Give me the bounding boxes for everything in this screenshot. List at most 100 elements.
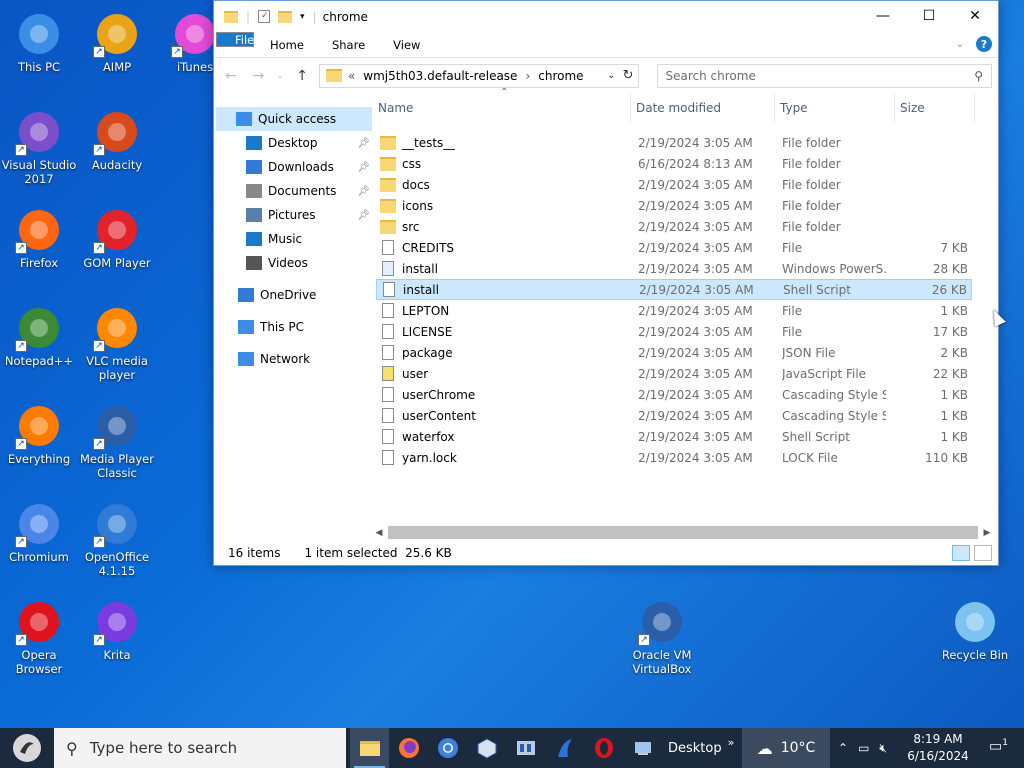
chevron-icon[interactable]: »	[728, 736, 735, 749]
desktop-icon-visual-studio-2017[interactable]: ↗ Visual Studio 2017	[0, 108, 78, 186]
pin-icon[interactable]: 📌︎	[357, 138, 370, 149]
forward-arrow-icon[interactable]: →	[248, 68, 270, 84]
file-row[interactable]: install 2/19/2024 3:05 AM Shell Script 26 K…	[376, 279, 972, 300]
scrollbar-thumb[interactable]	[388, 526, 978, 539]
file-row[interactable]: css 6/16/2024 8:13 AM File folder	[376, 153, 972, 174]
address-bar[interactable]: « wmj5th03.default-release › chrome ⌄ ↻	[318, 63, 639, 88]
file-row[interactable]: __tests__ 2/19/2024 3:05 AM File folder	[376, 132, 972, 153]
sidebar-item-downloads[interactable]: Downloads 📌︎	[214, 155, 374, 179]
new-folder-icon[interactable]	[278, 10, 293, 23]
desktop-icon-firefox[interactable]: ↗ Firefox	[0, 206, 78, 270]
weather-widget[interactable]: ☁ 10°C	[742, 728, 830, 768]
desktop-icon-openoffice-4-1-15[interactable]: ↗ OpenOffice 4.1.15	[78, 500, 156, 578]
desktop-icon-everything[interactable]: ↗ Everything	[0, 402, 78, 466]
file-row[interactable]: package 2/19/2024 3:05 AM JSON File 2 KB	[376, 342, 972, 363]
search-icon[interactable]: ⚲	[974, 69, 983, 83]
file-row[interactable]: LEPTON 2/19/2024 3:05 AM File 1 KB	[376, 300, 972, 321]
desktop-icon-notepad-[interactable]: ↗ Notepad++	[0, 304, 78, 368]
desktop-icon-aimp[interactable]: ↗ AIMP	[78, 10, 156, 74]
column-name[interactable]: Name	[374, 93, 413, 123]
pin-icon[interactable]: 📌︎	[357, 162, 370, 173]
address-dropdown-icon[interactable]: ⌄	[607, 70, 615, 81]
tab-home[interactable]: Home	[256, 32, 318, 57]
file-row[interactable]: user 2/19/2024 3:05 AM JavaScript File 22 K…	[376, 363, 972, 384]
sidebar-item-network[interactable]: Network	[214, 347, 374, 371]
large-icons-view-icon[interactable]	[974, 545, 992, 561]
breadcrumb-separator-icon[interactable]: ›	[525, 69, 530, 83]
taskbar-virtualbox[interactable]	[467, 728, 506, 768]
desktop-icon-media-player-classic[interactable]: ↗ Media Player Classic	[78, 402, 156, 480]
customize-qat-icon[interactable]: ▾	[300, 12, 305, 22]
pin-icon[interactable]: 📌︎	[357, 210, 370, 221]
column-divider[interactable]	[630, 93, 631, 123]
file-row[interactable]: LICENSE 2/19/2024 3:05 AM File 17 KB	[376, 321, 972, 342]
minimize-button[interactable]: —	[860, 1, 906, 31]
maximize-button[interactable]: ☐	[906, 1, 952, 31]
taskbar-app-blue[interactable]	[545, 728, 584, 768]
column-date-modified[interactable]: Date modified	[632, 93, 721, 123]
file-row[interactable]: src 2/19/2024 3:05 AM File folder	[376, 216, 972, 237]
up-arrow-icon[interactable]: ↑	[291, 68, 313, 84]
column-divider[interactable]	[974, 93, 975, 123]
desktop-icon-oracle-vm-virtualbox[interactable]: ↗ Oracle VM VirtualBox	[623, 598, 701, 676]
network-icon[interactable]: ▭	[858, 741, 869, 755]
desktop-icon-vlc-media-player[interactable]: ↗ VLC media player	[78, 304, 156, 382]
sidebar-item-this-pc[interactable]: This PC	[214, 315, 374, 339]
sidebar-item-quick-access[interactable]: Quick access	[216, 107, 372, 131]
desktop-icon-this-pc[interactable]: This PC	[0, 10, 78, 74]
help-icon[interactable]: ?	[976, 36, 992, 52]
breadcrumb-current[interactable]: chrome	[538, 69, 583, 83]
column-divider[interactable]	[894, 93, 895, 123]
file-row[interactable]: yarn.lock 2/19/2024 3:05 AM LOCK File 110 K…	[376, 447, 972, 468]
desktop-icon-gom-player[interactable]: ↗ GOM Player	[78, 206, 156, 270]
properties-icon[interactable]: ✓	[258, 10, 271, 23]
details-view-icon[interactable]	[952, 545, 970, 561]
desktop-icon-krita[interactable]: ↗ Krita	[78, 598, 156, 662]
taskbar-firefox[interactable]	[389, 728, 428, 768]
sidebar-item-documents[interactable]: Documents 📌︎	[214, 179, 374, 203]
file-row[interactable]: CREDITS 2/19/2024 3:05 AM File 7 KB	[376, 237, 972, 258]
search-input[interactable]: Search chrome ⚲	[656, 63, 992, 88]
desktop-icon-opera-browser[interactable]: ↗ Opera Browser	[0, 598, 78, 676]
sidebar-item-videos[interactable]: Videos	[214, 251, 374, 275]
clock[interactable]: 8:19 AM 6/16/2024	[905, 731, 971, 765]
taskbar-chromium[interactable]	[428, 728, 467, 768]
expand-ribbon-icon[interactable]: ⌄	[956, 39, 964, 50]
file-row[interactable]: waterfox 2/19/2024 3:05 AM Shell Script 1 K…	[376, 426, 972, 447]
notifications-icon[interactable]: ▭1	[989, 738, 1008, 755]
file-row[interactable]: userContent 2/19/2024 3:05 AM Cascading St…	[376, 405, 972, 426]
taskbar-app-display[interactable]	[623, 728, 662, 768]
desktop-icon-recycle-bin[interactable]: Recycle Bin	[936, 598, 1014, 662]
column-divider[interactable]	[774, 93, 775, 123]
breadcrumb-profile[interactable]: wmj5th03.default-release	[363, 69, 517, 83]
pin-icon[interactable]: 📌︎	[357, 186, 370, 197]
close-button[interactable]: ✕	[952, 1, 998, 31]
desktop-icon-chromium[interactable]: ↗ Chromium	[0, 500, 78, 564]
sidebar-item-onedrive[interactable]: OneDrive	[214, 283, 374, 307]
taskbar-search-input[interactable]: ⚲ Type here to search	[54, 728, 346, 768]
taskbar-file-explorer[interactable]	[350, 728, 389, 768]
recent-locations-icon[interactable]: ⌄	[275, 71, 285, 81]
file-row[interactable]: userChrome 2/19/2024 3:05 AM Cascading Sty…	[376, 384, 972, 405]
horizontal-scrollbar[interactable]: ◀ ▶	[374, 524, 992, 541]
breadcrumb-overflow[interactable]: «	[348, 69, 355, 83]
desktop-icon-audacity[interactable]: ↗ Audacity	[78, 108, 156, 172]
start-button[interactable]	[0, 728, 54, 768]
taskbar-opera[interactable]	[584, 728, 623, 768]
refresh-icon[interactable]: ↻	[623, 68, 634, 83]
tab-share[interactable]: Share	[318, 32, 379, 57]
file-row[interactable]: icons 2/19/2024 3:05 AM File folder	[376, 195, 972, 216]
chevron-up-icon[interactable]: ⌃	[838, 741, 848, 755]
file-row[interactable]: install 2/19/2024 3:05 AM Windows PowerS..…	[376, 258, 972, 279]
tab-view[interactable]: View	[379, 32, 434, 57]
column-type[interactable]: Type	[776, 93, 808, 123]
tab-file[interactable]: File	[216, 32, 254, 47]
column-size[interactable]: Size	[896, 93, 925, 123]
taskbar-app-tools[interactable]	[506, 728, 545, 768]
desktop-toolbar[interactable]: Desktop »	[668, 736, 734, 756]
sidebar-item-pictures[interactable]: Pictures 📌︎	[214, 203, 374, 227]
scroll-left-icon[interactable]: ◀	[374, 528, 384, 538]
back-arrow-icon[interactable]: ←	[220, 68, 242, 84]
sidebar-item-music[interactable]: Music	[214, 227, 374, 251]
sidebar-item-desktop[interactable]: Desktop 📌︎	[214, 131, 374, 155]
